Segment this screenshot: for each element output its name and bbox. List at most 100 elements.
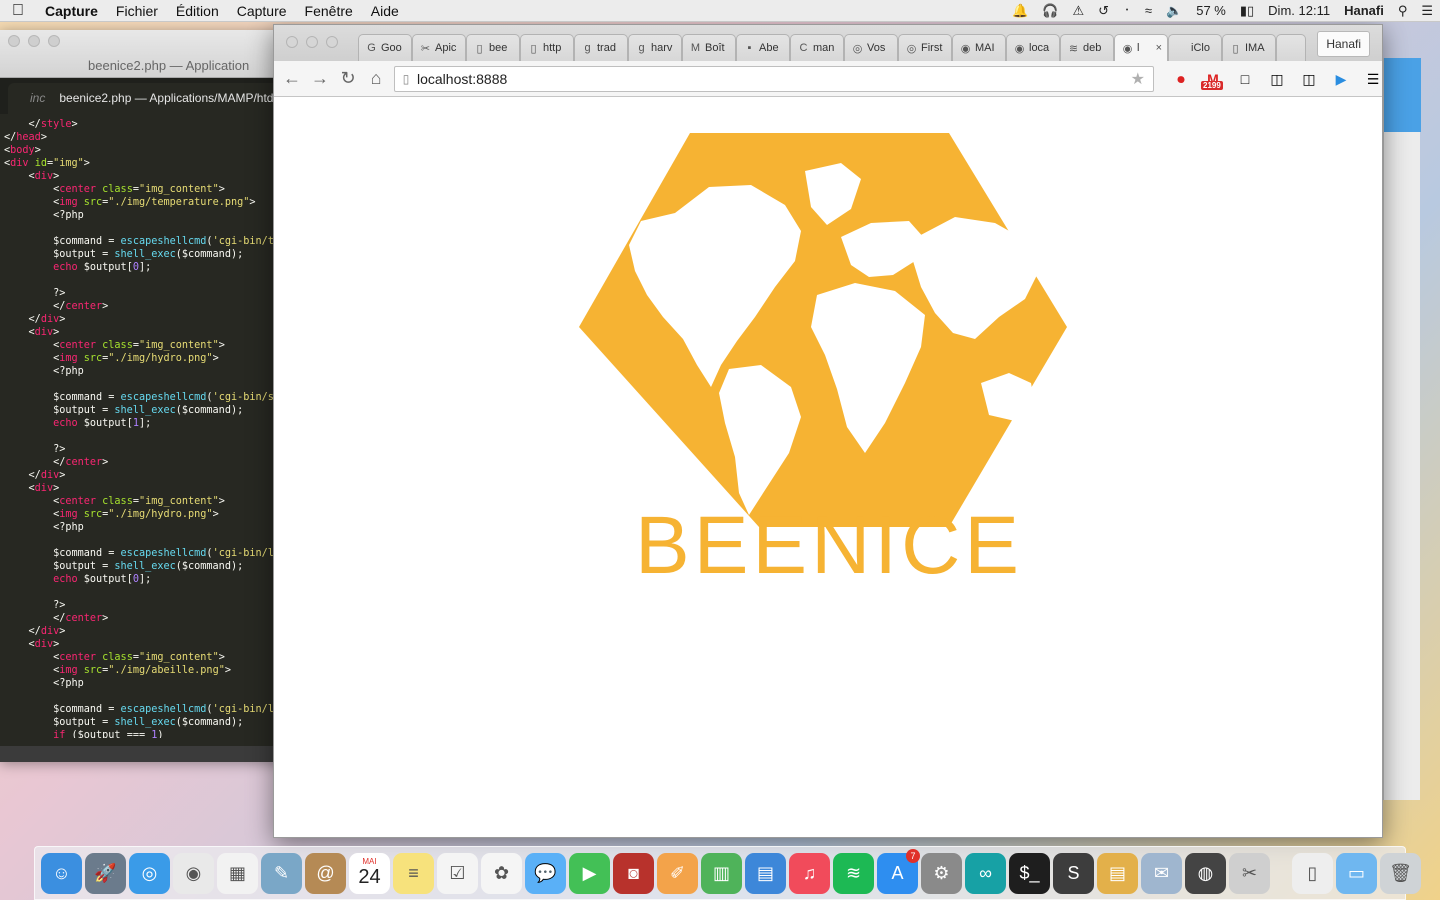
dock-calendar-icon[interactable]: MAI 24 <box>349 852 390 894</box>
browser-tab[interactable]: G Goo <box>358 34 412 61</box>
battery-icon[interactable]: ▮▯ <box>1233 3 1261 19</box>
dock-sublime-icon[interactable]: S <box>1053 852 1094 894</box>
tab-favicon-icon: M <box>690 42 701 54</box>
time-machine-icon[interactable]: ↺ <box>1091 3 1116 19</box>
browser-tab[interactable]: iClo <box>1168 34 1222 61</box>
wifi-icon[interactable]: ≈ <box>1138 3 1159 18</box>
dock-xcode-tool-icon[interactable]: ✂ <box>1229 852 1270 894</box>
dock-keynote-icon[interactable]: ▤ <box>745 852 786 894</box>
forward-arrow-icon[interactable]: → <box>306 68 334 89</box>
dock-finder-icon[interactable]: ☺ <box>41 852 82 894</box>
dock-messages-icon[interactable]: 💬 <box>525 852 566 894</box>
spotlight-search-icon[interactable]: ⚲ <box>1391 3 1415 19</box>
back-arrow-icon[interactable]: ← <box>278 68 306 89</box>
profile-button[interactable]: Hanafi <box>1317 31 1370 57</box>
photobooth-glyph-icon: ◙ <box>628 862 639 883</box>
dock-grid-icon[interactable]: ▦ <box>217 852 258 894</box>
browser-tab[interactable]: ▯ IMA <box>1222 34 1276 61</box>
dock-chrome-icon[interactable]: ◉ <box>173 852 214 894</box>
headphones-icon[interactable]: 🎧 <box>1035 3 1065 19</box>
browser-tab[interactable]: ◉ loca <box>1006 34 1060 61</box>
browser-tab[interactable]: ◉ l × <box>1114 34 1168 61</box>
tab-favicon-icon: ▯ <box>476 43 483 55</box>
dock-reminders-icon[interactable]: ☑ <box>437 852 478 894</box>
menu-capture[interactable]: Capture <box>228 3 296 19</box>
browser-tab[interactable]: ▯ bee <box>466 34 520 61</box>
dock-mail-compose-icon[interactable]: ✉ <box>1141 852 1182 894</box>
dock-logs-icon[interactable]: ▤ <box>1097 852 1138 894</box>
play-extension-icon[interactable]: ▶ <box>1327 67 1355 91</box>
dock-archive-icon[interactable]: ▯ <box>1292 852 1333 894</box>
dock-preview-icon[interactable]: ✎ <box>261 852 302 894</box>
dock-facetime-icon[interactable]: ▶ <box>569 852 610 894</box>
editor-titlebar[interactable]: beenice2.php — Application <box>0 30 290 78</box>
dock-arduino-icon[interactable]: ∞ <box>965 852 1006 894</box>
editor-tab[interactable]: inc beenice2.php — Applications/MAMP/htd <box>8 83 298 114</box>
address-bar[interactable]: ▯ localhost:8888 ★ <box>394 66 1154 92</box>
browser-tab[interactable]: M Boît <box>682 34 736 61</box>
menu-app-name[interactable]: Capture <box>36 3 107 19</box>
browser-tab[interactable]: ✂ Apic <box>412 34 466 61</box>
user-name[interactable]: Hanafi <box>1337 3 1391 18</box>
browser-tab[interactable]: g harv <box>628 34 682 61</box>
browser-tab[interactable]: ≋ deb <box>1060 34 1114 61</box>
dock-syspref-icon[interactable]: ⚙ <box>921 852 962 894</box>
browser-tab[interactable]: g trad <box>574 34 628 61</box>
browser-tab[interactable]: ▯ http <box>520 34 574 61</box>
cast-alt-icon[interactable]: ◫ <box>1295 67 1323 91</box>
notification-center-icon[interactable]: ☰ <box>1414 3 1440 19</box>
gmail-checker-icon[interactable]: M 2199 <box>1199 67 1227 91</box>
dock-pages-icon[interactable]: ✐ <box>657 852 698 894</box>
clock[interactable]: Dim. 12:11 <box>1261 3 1337 18</box>
flux-warning-icon[interactable]: ⚠ <box>1066 3 1092 19</box>
home-icon[interactable]: ⌂ <box>362 68 390 89</box>
dock-photobooth-icon[interactable]: ◙ <box>613 852 654 894</box>
tab-close-icon[interactable]: × <box>1156 42 1167 54</box>
browser-tab[interactable]: ▪ Abe <box>736 34 790 61</box>
browser-tab[interactable]: ◎ First <box>898 34 952 61</box>
background-window[interactable] <box>1383 58 1421 800</box>
dock-terminal-icon[interactable]: $_ <box>1009 852 1050 894</box>
dock-contacts-icon[interactable]: @ <box>305 852 346 894</box>
dock-itunes-icon[interactable]: ♫ <box>789 852 830 894</box>
adblock-icon[interactable]: ⏺ <box>1167 67 1195 91</box>
background-window-header <box>1384 58 1421 132</box>
apple-menu-icon[interactable]:  <box>0 2 36 20</box>
chrome-close-button[interactable] <box>286 36 298 48</box>
dock-spotify-icon[interactable]: ≋ <box>833 852 874 894</box>
menu-fenetre[interactable]: Fenêtre <box>296 3 362 19</box>
browser-tab[interactable]: ◉ MAI <box>952 34 1006 61</box>
menu-fichier[interactable]: Fichier <box>107 3 167 19</box>
chrome-zoom-button[interactable] <box>326 36 338 48</box>
dock-notes-icon[interactable]: ≡ <box>393 852 434 894</box>
reload-icon[interactable]: ↻ <box>334 68 362 89</box>
menu-aide[interactable]: Aide <box>362 3 408 19</box>
bluetooth-icon[interactable]: ᛫ <box>1116 3 1138 18</box>
editor-zoom-button[interactable] <box>48 35 60 47</box>
dock-appstore-icon[interactable]: A7 <box>877 848 920 894</box>
notification-bell-icon[interactable]: 🔔 <box>1005 3 1035 19</box>
menu-edition[interactable]: Édition <box>167 3 228 19</box>
code-view[interactable]: </style> </head> <body> <div id="img"> <… <box>0 114 290 738</box>
finder-glyph-icon: ☺ <box>52 862 71 883</box>
new-tab-button[interactable] <box>1276 34 1306 61</box>
browser-tab[interactable]: ◎ Vos <box>844 34 898 61</box>
chrome-menu-icon[interactable]: ☰ <box>1359 67 1387 91</box>
dock-safari-icon[interactable]: ◎ <box>129 852 170 894</box>
bookmark-star-icon[interactable]: ★ <box>1131 69 1153 89</box>
dock-photos-icon[interactable]: ✿ <box>481 852 522 894</box>
editor-close-button[interactable] <box>8 35 20 47</box>
page-viewport[interactable]: BEENICE <box>274 97 1382 837</box>
phone-sync-icon[interactable]: □ <box>1231 67 1259 91</box>
editor-minimize-button[interactable] <box>28 35 40 47</box>
dock-folder-icon[interactable]: ▭ <box>1336 852 1377 894</box>
chrome-minimize-button[interactable] <box>306 36 318 48</box>
dock-numbers-icon[interactable]: ▥ <box>701 852 742 894</box>
battery-percent[interactable]: 57 % <box>1189 3 1233 18</box>
cast-icon[interactable]: ◫ <box>1263 67 1291 91</box>
volume-icon[interactable]: 🔈 <box>1159 3 1189 19</box>
browser-tab[interactable]: Cman <box>790 34 844 61</box>
dock-launchpad-icon[interactable]: 🚀 <box>85 852 126 894</box>
dock-trash-icon[interactable]: 🗑 <box>1380 852 1421 894</box>
dock-github-icon[interactable]: ◍ <box>1185 852 1226 894</box>
